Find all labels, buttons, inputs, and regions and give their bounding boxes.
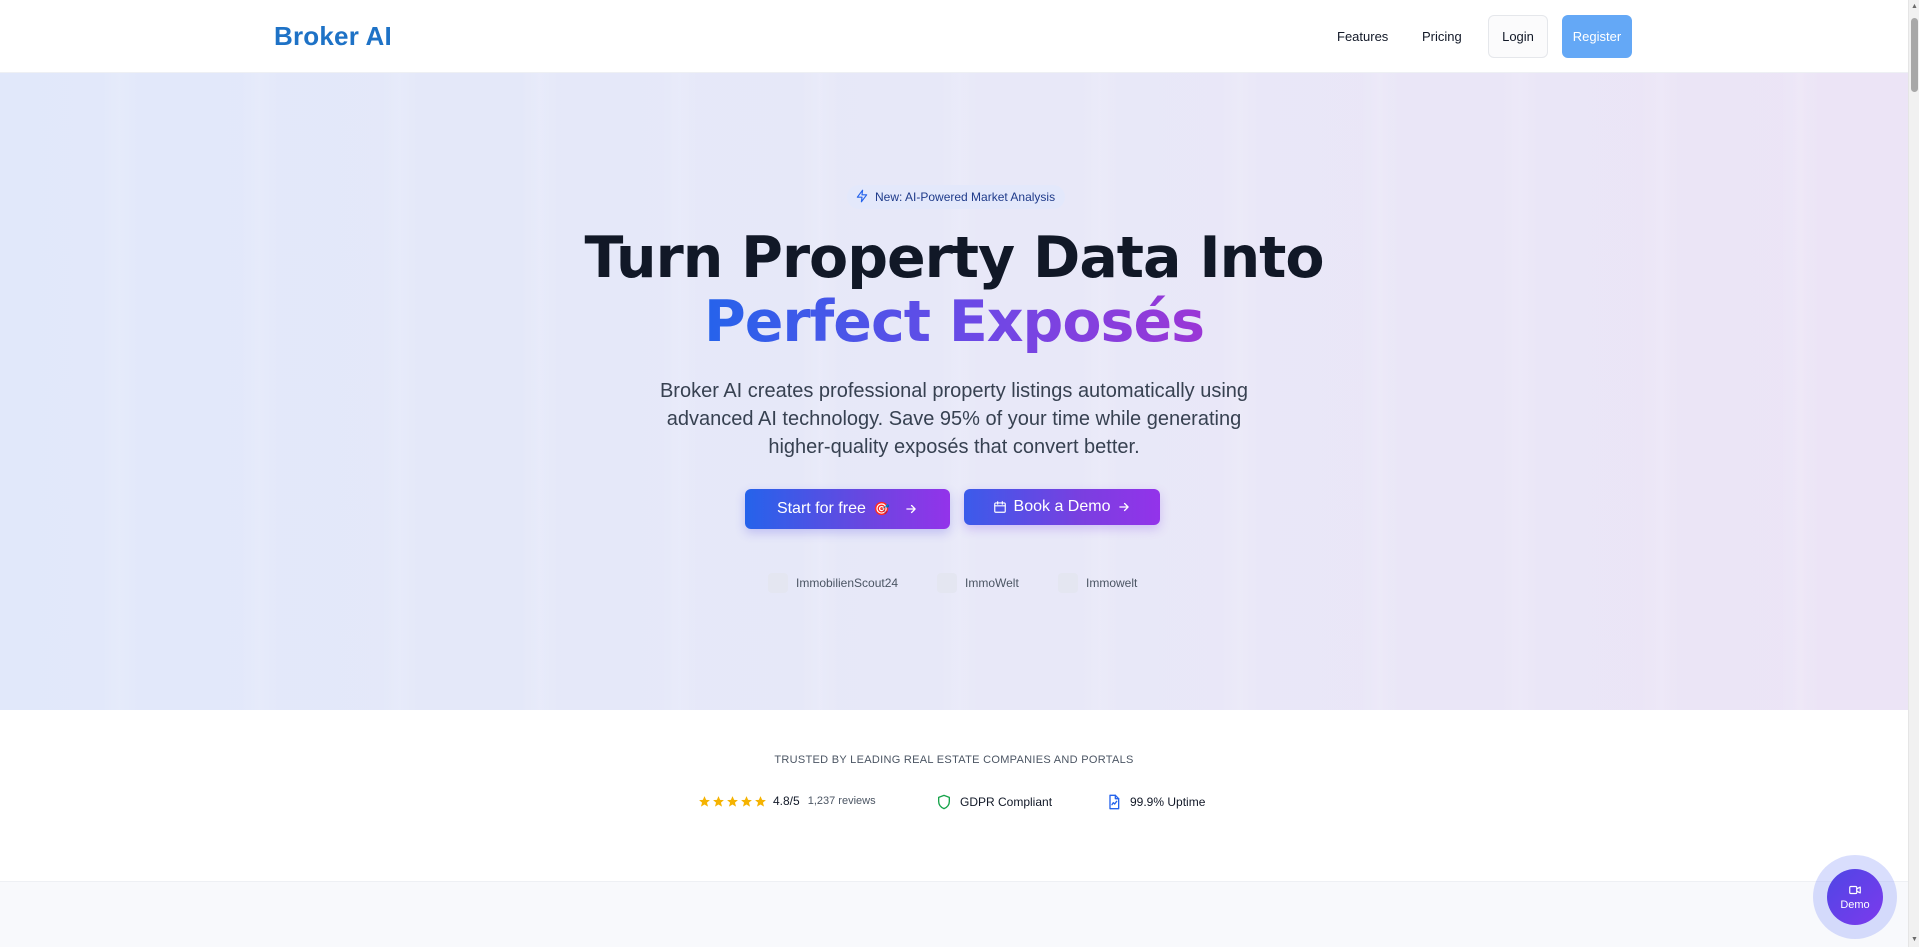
uptime-label: 99.9% Uptime xyxy=(1130,795,1206,809)
portal-immowelt-2: Immowelt xyxy=(1058,573,1137,593)
vertical-scrollbar[interactable]: ▲ ▼ xyxy=(1908,0,1919,947)
nav-pricing-link[interactable]: Pricing xyxy=(1422,29,1462,44)
portal-immowelt-1: ImmoWelt xyxy=(937,573,1019,593)
video-icon xyxy=(1848,883,1862,897)
scroll-up-arrow-icon[interactable]: ▲ xyxy=(1910,2,1919,12)
headline-line-2: Perfect Exposés xyxy=(0,290,1908,354)
target-emoji: 🎯 xyxy=(873,501,891,516)
demo-label: Demo xyxy=(1840,899,1870,911)
floating-demo-button[interactable]: Demo xyxy=(1827,869,1883,925)
uptime-badge: 99.9% Uptime xyxy=(1106,794,1205,810)
review-count: 1,237 reviews xyxy=(807,795,876,807)
scrollbar-thumb[interactable] xyxy=(1911,18,1918,92)
register-button[interactable]: Register xyxy=(1562,15,1632,58)
trust-section: TRUSTED BY LEADING REAL ESTATE COMPANIES… xyxy=(0,710,1908,882)
book-demo-button[interactable]: Book a Demo xyxy=(964,489,1160,525)
brand-logo[interactable]: Broker AI xyxy=(274,21,392,52)
star-icon xyxy=(755,795,766,807)
star-icon xyxy=(713,795,724,807)
star-icon xyxy=(741,795,752,807)
hero-section: New: AI-Powered Market Analysis Turn Pro… xyxy=(0,73,1908,710)
book-demo-label: Book a Demo xyxy=(1013,498,1111,515)
navbar: Broker AI Features Pricing Login Registe… xyxy=(0,0,1908,73)
headline-gradient-text: Perfect Exposés xyxy=(703,289,1205,355)
calendar-icon xyxy=(993,500,1007,514)
shield-icon xyxy=(936,794,952,810)
portal-immobilienscout24: ImmobilienScout24 xyxy=(768,573,898,593)
lightning-icon xyxy=(855,189,869,206)
rating-value: 4.8/5 xyxy=(773,794,800,808)
nav-features-link[interactable]: Features xyxy=(1337,29,1388,44)
gdpr-label: GDPR Compliant xyxy=(960,795,1053,809)
headline-line-1: Turn Property Data Into xyxy=(584,225,1324,291)
arrow-right-icon xyxy=(1117,500,1131,514)
portal-logo-placeholder xyxy=(1058,573,1078,593)
portal-name: Immowelt xyxy=(1086,576,1138,590)
portal-name: ImmobilienScout24 xyxy=(796,576,899,590)
star-rating xyxy=(698,795,767,808)
start-for-free-label: Start for free xyxy=(776,500,866,517)
document-chart-icon xyxy=(1106,794,1122,810)
rating-badge: 4.8/5 1,237 reviews xyxy=(698,794,876,808)
next-section xyxy=(0,882,1908,947)
announcement-badge[interactable]: New: AI-Powered Market Analysis xyxy=(847,185,1066,209)
star-icon xyxy=(727,795,738,807)
gdpr-badge: GDPR Compliant xyxy=(936,794,1052,810)
hero-subtitle: Broker AI creates professional property … xyxy=(659,380,1249,458)
star-icon xyxy=(699,795,710,807)
arrow-right-icon xyxy=(904,502,918,516)
start-for-free-button[interactable]: Start for free 🎯 xyxy=(745,489,950,529)
portal-name: ImmoWelt xyxy=(965,576,1019,590)
portal-logos: ImmobilienScout24 ImmoWelt Immowelt xyxy=(0,573,1908,595)
scroll-down-arrow-icon[interactable]: ▼ xyxy=(1910,935,1919,945)
badge-text: New: AI-Powered Market Analysis xyxy=(875,190,1056,204)
login-button[interactable]: Login xyxy=(1488,15,1548,58)
portal-logo-placeholder xyxy=(937,573,957,593)
trust-heading: TRUSTED BY LEADING REAL ESTATE COMPANIES… xyxy=(774,754,1134,766)
page: Broker AI Features Pricing Login Registe… xyxy=(0,0,1919,947)
portal-logo-placeholder xyxy=(768,573,788,593)
